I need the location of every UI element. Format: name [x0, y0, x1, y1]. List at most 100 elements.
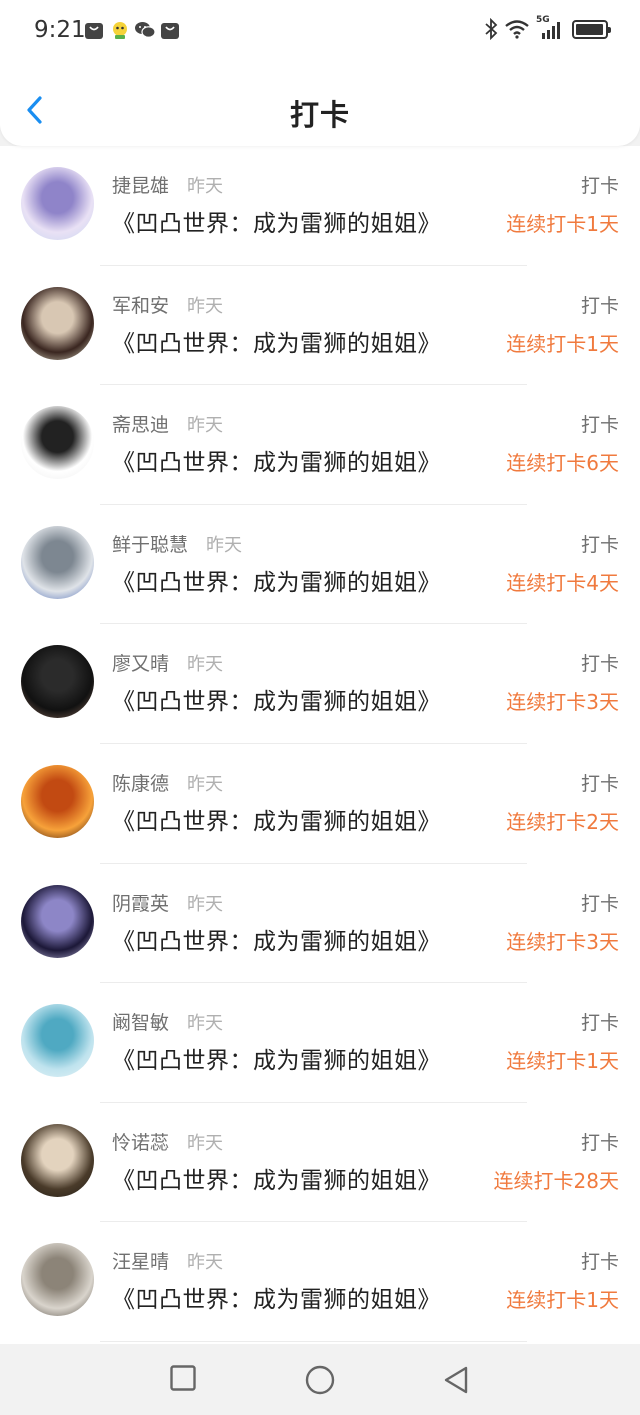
checkin-action-label: 打卡 — [580, 1251, 619, 1274]
user-name[interactable]: 军和安 昨天 — [112, 291, 223, 318]
checkin-row[interactable]: 鲜于聪慧 昨天《凹凸世界：成为雷狮的姐姐》 打卡连续打卡4天 — [0, 505, 640, 625]
streak-count: 连续打卡1天 — [506, 331, 619, 356]
checkin-action-label: 打卡 — [580, 414, 619, 437]
recent-apps-button[interactable] — [170, 1365, 196, 1391]
user-avatar[interactable] — [21, 167, 94, 240]
checkin-row[interactable]: 怜诺蕊 昨天《凹凸世界：成为雷狮的姐姐》 打卡连续打卡28天 — [0, 1103, 640, 1223]
streak-count: 连续打卡3天 — [506, 690, 619, 715]
user-avatar[interactable] — [21, 406, 94, 480]
page-title: 打卡 — [289, 98, 350, 132]
system-navigation-bar — [0, 1344, 640, 1415]
user-name[interactable]: 捷昆雄 昨天 — [112, 171, 223, 198]
time-ago: 昨天 — [187, 1013, 224, 1035]
battery-icon — [572, 19, 611, 39]
user-avatar[interactable] — [21, 884, 94, 958]
user-name[interactable]: 汪星晴 昨天 — [112, 1247, 223, 1274]
time-ago: 昨天 — [187, 1252, 224, 1274]
checkin-action-label: 打卡 — [580, 653, 619, 676]
bag-notification-icon — [161, 23, 179, 39]
row-divider — [100, 1340, 527, 1342]
user-name[interactable]: 斋思迪 昨天 — [112, 410, 223, 437]
streak-count: 连续打卡1天 — [506, 212, 619, 236]
user-name-text: 捷昆雄 — [112, 175, 170, 197]
header: 9:21 5G 打卡 — [0, 0, 640, 146]
status-icons: 5G — [484, 15, 611, 40]
book-title[interactable]: 《凹凸世界：成为雷狮的姐姐》 — [112, 682, 441, 716]
checkin-action-label: 打卡 — [580, 892, 619, 915]
checkin-row[interactable]: 军和安 昨天《凹凸世界：成为雷狮的姐姐》 打卡连续打卡1天 — [0, 266, 640, 386]
user-avatar[interactable] — [21, 765, 94, 838]
checkin-list[interactable]: 捷昆雄 昨天 《凹凸世界：成为雷狮的姐姐》 打卡 连续打卡1天 军和安 昨天 《凹凸世界：成为… — [0, 146, 640, 1344]
user-name[interactable]: 廖又晴 昨天 — [112, 649, 223, 676]
user-name-text: 阴霞英 — [112, 892, 170, 915]
user-name[interactable]: 阴霞英 昨天 — [112, 889, 223, 916]
streak-count: 连续打卡28天 — [493, 1168, 619, 1193]
checkin-row[interactable]: 阴霞英 昨天《凹凸世界：成为雷狮的姐姐》 打卡连续打卡3天 — [0, 864, 640, 984]
user-name[interactable]: 鲜于聪慧 昨天 — [112, 530, 242, 557]
user-name-text: 怜诺蕊 — [112, 1131, 170, 1154]
streak-count: 连续打卡1天 — [506, 1049, 619, 1074]
user-name-text: 陈康德 — [112, 773, 170, 795]
cellular-signal-icon: 5G — [536, 15, 562, 40]
checkin-row[interactable]: 捷昆雄 昨天《凹凸世界：成为雷狮的姐姐》 打卡连续打卡1天 — [0, 146, 640, 266]
checkin-row[interactable]: 汪星晴 昨天《凹凸世界：成为雷狮的姐姐》 打卡连续打卡1天 — [0, 1222, 640, 1342]
checkin-row[interactable]: 廖又晴 昨天《凹凸世界：成为雷狮的姐姐》 打卡连续打卡3天 — [0, 624, 640, 744]
checkin-row[interactable]: 阚智敏 昨天《凹凸世界：成为雷狮的姐姐》 打卡连续打卡1天 — [0, 983, 640, 1103]
bluetooth-icon — [485, 18, 498, 40]
book-title[interactable]: 《凹凸世界：成为雷狮的姐姐》 — [112, 324, 441, 358]
user-avatar[interactable] — [21, 1123, 94, 1197]
time-ago: 昨天 — [206, 534, 243, 556]
bag-notification-icon — [85, 23, 103, 39]
book-title[interactable]: 《凹凸世界：成为雷狮的姐姐》 — [112, 443, 441, 477]
user-name[interactable]: 怜诺蕊 昨天 — [112, 1128, 223, 1155]
checkin-action-label: 打卡 — [580, 175, 619, 197]
streak-count: 连续打卡2天 — [506, 810, 619, 834]
mascot-notification-icon — [113, 22, 127, 39]
checkin-action-label: 打卡 — [580, 533, 619, 556]
wifi-icon — [505, 20, 529, 39]
checkin-action-label: 打卡 — [580, 1131, 619, 1154]
user-name[interactable]: 陈康德 昨天 — [112, 769, 223, 796]
streak-count: 连续打卡3天 — [506, 929, 619, 954]
checkin-row[interactable]: 斋思迪 昨天《凹凸世界：成为雷狮的姐姐》 打卡连续打卡6天 — [0, 385, 640, 505]
nav-bar: 打卡 — [0, 62, 640, 146]
time-ago: 昨天 — [187, 415, 224, 437]
streak-count: 连续打卡1天 — [506, 1288, 619, 1313]
user-avatar[interactable] — [21, 1004, 94, 1078]
book-title[interactable]: 《凹凸世界：成为雷狮的姐姐》 — [112, 1280, 441, 1314]
time-ago: 昨天 — [187, 295, 224, 317]
status-bar: 9:21 5G — [0, 0, 640, 62]
user-name-text: 阚智敏 — [112, 1012, 170, 1035]
book-title[interactable]: 《凹凸世界：成为雷狮的姐姐》 — [112, 1161, 441, 1195]
checkin-row[interactable]: 陈康德 昨天《凹凸世界：成为雷狮的姐姐》 打卡连续打卡2天 — [0, 744, 640, 864]
user-name-text: 廖又晴 — [112, 653, 170, 676]
time-ago: 昨天 — [187, 654, 224, 676]
checkin-action-label: 打卡 — [580, 773, 619, 795]
home-button[interactable] — [305, 1365, 335, 1395]
user-name-text: 汪星晴 — [112, 1251, 170, 1274]
user-avatar[interactable] — [21, 645, 94, 719]
time-ago: 昨天 — [187, 1132, 224, 1154]
back-button[interactable] — [442, 1365, 470, 1395]
book-title[interactable]: 《凹凸世界：成为雷狮的姐姐》 — [112, 1041, 441, 1075]
time-ago: 昨天 — [187, 176, 224, 197]
streak-count: 连续打卡4天 — [506, 570, 619, 595]
user-avatar[interactable] — [21, 286, 94, 360]
checkin-action-label: 打卡 — [580, 294, 619, 317]
book-title[interactable]: 《凹凸世界：成为雷狮的姐姐》 — [112, 802, 441, 836]
wechat-notification-icon — [135, 22, 156, 38]
user-avatar[interactable] — [21, 525, 94, 599]
user-avatar[interactable] — [21, 1243, 94, 1317]
status-time: 9:21 — [34, 17, 86, 43]
book-title[interactable]: 《凹凸世界：成为雷狮的姐姐》 — [112, 922, 441, 956]
user-name[interactable]: 阚智敏 昨天 — [112, 1008, 223, 1035]
book-title[interactable]: 《凹凸世界：成为雷狮的姐姐》 — [112, 563, 441, 597]
checkin-action-label: 打卡 — [580, 1012, 619, 1035]
user-name-text: 斋思迪 — [112, 414, 170, 437]
streak-count: 连续打卡6天 — [506, 451, 619, 476]
user-name-text: 军和安 — [112, 294, 170, 317]
time-ago: 昨天 — [187, 774, 224, 795]
time-ago: 昨天 — [187, 893, 224, 915]
book-title[interactable]: 《凹凸世界：成为雷狮的姐姐》 — [112, 204, 441, 238]
user-name-text: 鲜于聪慧 — [112, 533, 189, 556]
